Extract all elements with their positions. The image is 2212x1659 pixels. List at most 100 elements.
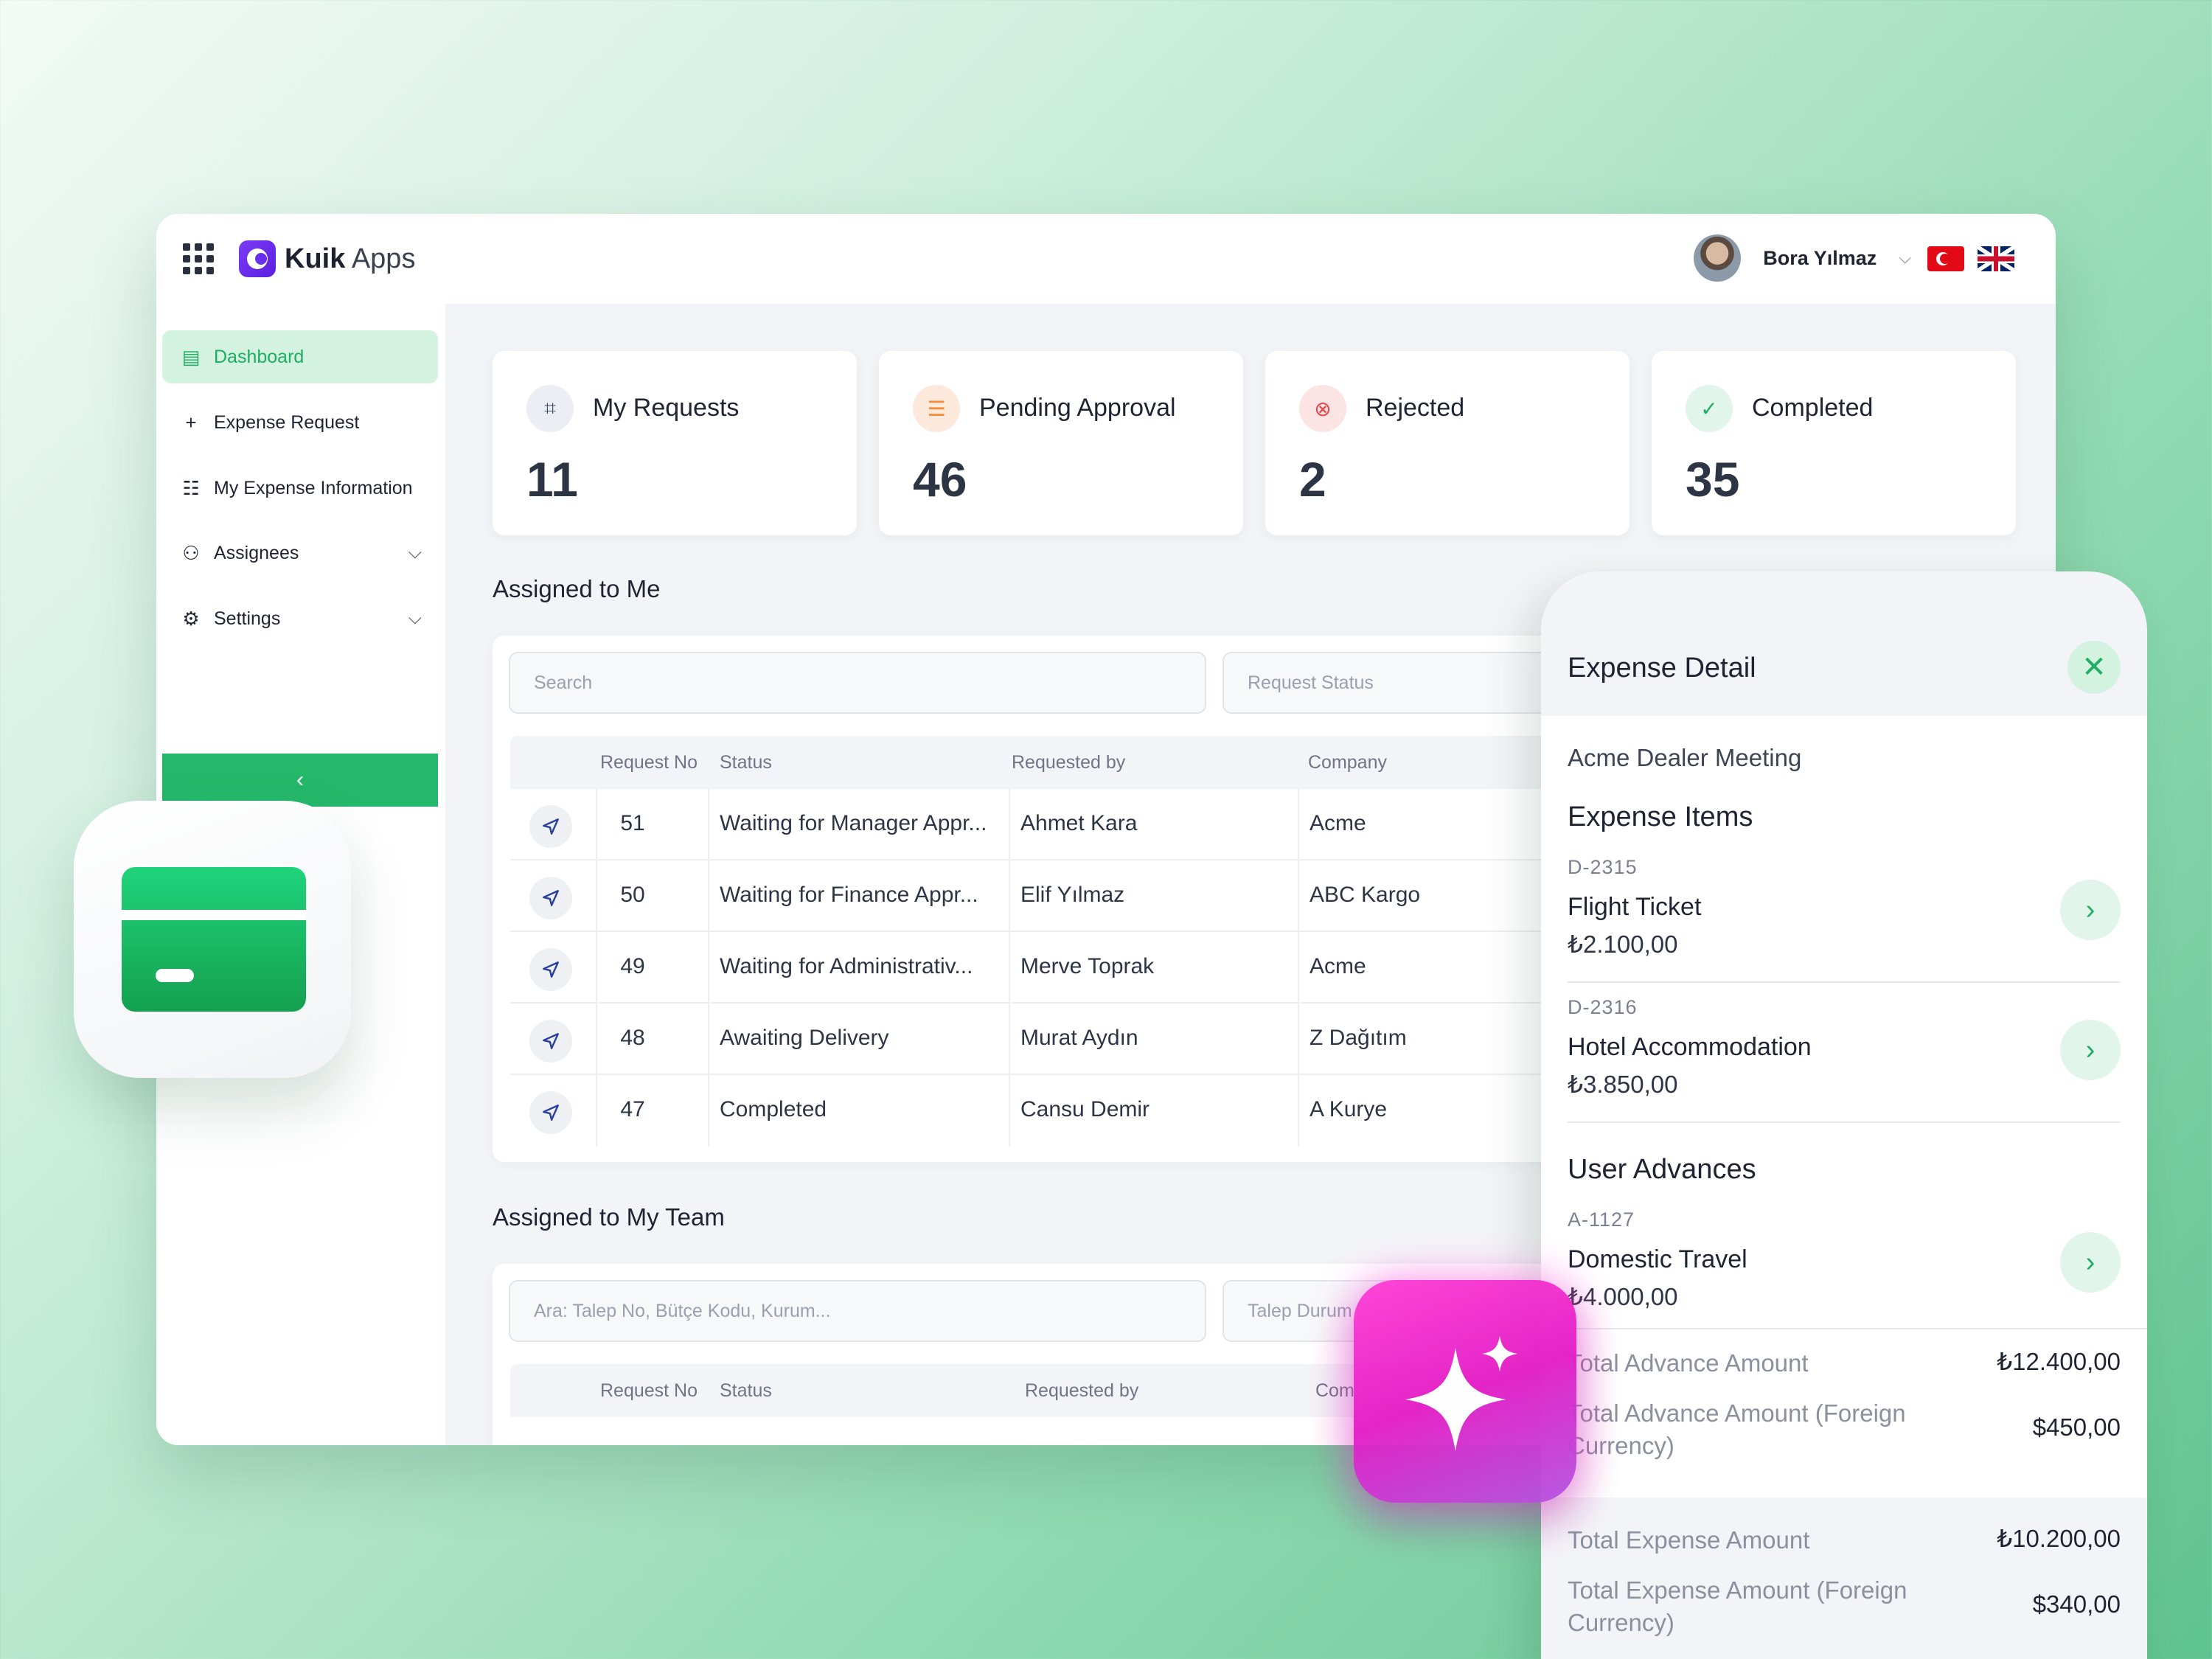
column-header[interactable]: Status	[720, 752, 772, 773]
drawer-body: Acme Dealer Meeting Expense Items D-2315…	[1541, 716, 2147, 1328]
stat-value: 2	[1299, 452, 1326, 507]
sidebar-item-expense-request[interactable]: + Expense Request	[162, 396, 438, 449]
cell-request-no: 48	[620, 1026, 645, 1050]
chevron-down-icon: ⌵	[408, 543, 422, 563]
credit-card-icon	[122, 867, 306, 1012]
column-header[interactable]: Requested by	[1025, 1380, 1138, 1402]
table-row[interactable]: 51 Waiting for Manager Appr... Ahmet Kar…	[510, 789, 1576, 860]
flag-uk-icon[interactable]	[1978, 246, 2014, 271]
stat-card-pending-approval[interactable]: ☰ Pending Approval 46	[879, 351, 1243, 535]
total-value: $340,00	[2032, 1590, 2121, 1618]
app-logo[interactable]: Kuik Apps	[239, 240, 415, 277]
cell-company: A Kurye	[1310, 1097, 1388, 1121]
collapse-sidebar-button[interactable]: ‹	[162, 754, 438, 807]
item-open-button[interactable]: ›	[2060, 1020, 2121, 1080]
sidebar-item-label: Assignees	[214, 542, 299, 563]
table-header: Request No Status Requested by Company	[510, 736, 1576, 789]
cell-requested-by: Merve Toprak	[1020, 954, 1155, 978]
sidebar-item-my-expense-information[interactable]: ☷ My Expense Information	[162, 462, 438, 515]
table-row[interactable]: 48 Awaiting Delivery Murat Aydın Z Dağıt…	[510, 1004, 1576, 1075]
user-name: Bora Yılmaz	[1763, 246, 1877, 269]
scan-icon: ⌗	[526, 385, 574, 432]
assigned-to-me-panel: Search Request Status Request No Status …	[493, 636, 1606, 1162]
chevron-right-icon: ›	[2085, 1246, 2096, 1278]
table-row[interactable]: 49 Waiting for Administrativ... Merve To…	[510, 932, 1576, 1004]
column-header[interactable]: Requested by	[1012, 752, 1125, 773]
chevron-left-icon: ‹	[296, 768, 304, 792]
cell-company: Z Dağıtım	[1310, 1026, 1407, 1050]
cell-company: Acme	[1310, 811, 1366, 835]
app-grid-icon[interactable]	[183, 243, 214, 274]
users-icon: ⚇	[182, 541, 200, 564]
item-name: Flight Ticket	[1568, 893, 1702, 921]
stat-card-my-requests[interactable]: ⌗ My Requests 11	[493, 351, 857, 535]
advance-code: A-1127	[1568, 1208, 1635, 1231]
stat-card-rejected[interactable]: ⊗ Rejected 2	[1265, 351, 1630, 535]
sidebar-item-label: Expense Request	[214, 411, 360, 433]
flag-turkey-icon[interactable]	[1927, 246, 1964, 271]
cell-requested-by: Murat Aydın	[1020, 1026, 1138, 1050]
ai-sparkle-app-icon	[1354, 1280, 1576, 1503]
cell-request-no: 50	[620, 883, 645, 907]
x-circle-icon: ⊗	[1299, 385, 1346, 432]
item-code: D-2316	[1568, 996, 1638, 1018]
item-open-button[interactable]: ›	[2060, 880, 2121, 940]
sidebar-item-assignees[interactable]: ⚇ Assignees ⌵	[162, 526, 438, 580]
sidebar-item-dashboard[interactable]: ▤ Dashboard	[162, 330, 438, 383]
column-header[interactable]: Status	[720, 1380, 772, 1402]
item-code: D-2315	[1568, 856, 1638, 878]
double-check-icon: ✓	[1686, 385, 1733, 432]
cell-company: ABC Kargo	[1310, 883, 1421, 907]
total-label: Total Expense Amount (Foreign Currency)	[1568, 1576, 1907, 1636]
sidebar-item-label: Dashboard	[214, 346, 305, 367]
section-title-assigned-to-my-team: Assigned to My Team	[493, 1203, 725, 1231]
table-row[interactable]: 47 Completed Cansu Demir A Kurye	[510, 1075, 1576, 1147]
expense-detail-drawer: Expense Detail ✕ Acme Dealer Meeting Exp…	[1541, 571, 2147, 1659]
cell-status: Completed	[720, 1097, 827, 1121]
stat-value: 46	[913, 452, 967, 507]
advance-open-button[interactable]: ›	[2060, 1232, 2121, 1293]
column-header[interactable]: Request No	[600, 752, 698, 773]
column-header[interactable]: Request No	[600, 1380, 698, 1402]
cell-company: Acme	[1310, 954, 1366, 978]
cell-request-no: 49	[620, 954, 645, 978]
sidebar-item-label: My Expense Information	[214, 477, 413, 498]
credit-card-app-icon	[74, 801, 351, 1078]
language-switcher	[1927, 246, 2014, 271]
column-header[interactable]: Com	[1315, 1380, 1354, 1402]
total-value: ₺12.400,00	[1997, 1348, 2121, 1375]
search-input[interactable]: Search	[509, 652, 1206, 714]
cell-status: Waiting for Administrativ...	[720, 954, 973, 978]
close-icon: ✕	[2081, 651, 2107, 684]
stat-value: 11	[526, 452, 578, 507]
total-value: $450,00	[2032, 1413, 2121, 1441]
checklist-icon: ☷	[182, 476, 200, 499]
stat-title: Pending Approval	[979, 394, 1176, 422]
sparkle-icon	[1405, 1336, 1517, 1451]
sidebar-item-settings[interactable]: ⚙ Settings ⌵	[162, 592, 438, 645]
cell-request-no: 47	[620, 1097, 645, 1121]
cell-status: Waiting for Manager Appr...	[720, 811, 987, 835]
section-title-assigned-to-me: Assigned to Me	[493, 575, 661, 602]
list-icon: ☰	[913, 385, 960, 432]
close-button[interactable]: ✕	[2067, 641, 2121, 694]
cell-requested-by: Elif Yılmaz	[1020, 883, 1125, 907]
column-header[interactable]: Company	[1308, 752, 1387, 773]
team-search-input[interactable]: Ara: Talep No, Bütçe Kodu, Kurum...	[509, 1280, 1206, 1342]
stat-card-completed[interactable]: ✓ Completed 35	[1652, 351, 2016, 535]
section-title-expense-items: Expense Items	[1568, 801, 1753, 832]
total-value: ₺10.200,00	[1997, 1525, 2121, 1552]
cell-requested-by: Ahmet Kara	[1020, 811, 1138, 835]
item-amount: ₺3.850,00	[1568, 1071, 1678, 1098]
expense-title: Acme Dealer Meeting	[1568, 744, 1802, 771]
table-row[interactable]: 50 Waiting for Finance Appr... Elif Yılm…	[510, 860, 1576, 932]
cell-status: Waiting for Finance Appr...	[720, 883, 978, 907]
user-menu[interactable]: Bora Yılmaz ⌵	[1694, 234, 1911, 282]
stat-title: Completed	[1752, 394, 1874, 422]
advance-amount: ₺4.000,00	[1568, 1283, 1678, 1310]
chevron-right-icon: ›	[2085, 894, 2096, 925]
stat-value: 35	[1686, 452, 1740, 507]
total-label: Total Expense Amount	[1568, 1526, 1810, 1554]
sidebar-item-label: Settings	[214, 608, 281, 629]
logo-text: Kuik Apps	[285, 243, 416, 274]
